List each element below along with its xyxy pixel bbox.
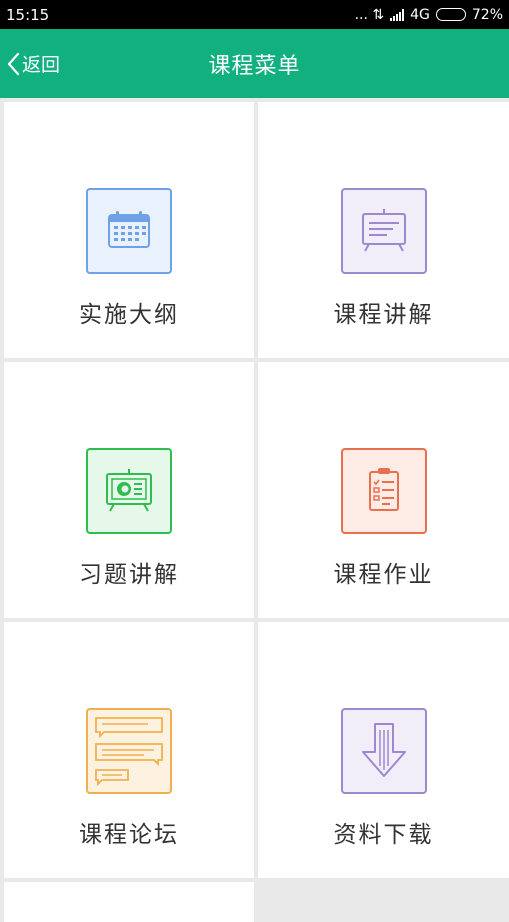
menu-item-homework[interactable]: 课程作业 <box>258 362 509 618</box>
chat-bubbles-icon <box>86 708 172 794</box>
menu-item-label: 课程讲解 <box>333 302 434 328</box>
menu-item-label: 实施大纲 <box>79 302 179 328</box>
presentation-board-icon <box>340 188 427 274</box>
course-menu-grid: 实施大纲 课程讲解 习题讲解 课程作业 课程论坛 资料下载 <box>0 98 509 922</box>
clipboard-icon <box>340 448 427 534</box>
page-title: 课程菜单 <box>208 53 301 79</box>
status-time: 15:15 <box>6 5 50 24</box>
battery-icon <box>435 8 466 21</box>
download-arrow-icon <box>340 708 427 794</box>
status-bar: 15:15 ... ⇅ 4G 72% <box>0 0 509 29</box>
status-indicators: ... ⇅ 4G 72% <box>355 7 503 23</box>
menu-item-course-lecture[interactable]: 课程讲解 <box>258 102 509 358</box>
tv-screen-icon <box>86 448 172 534</box>
menu-item-label: 课程论坛 <box>79 822 179 848</box>
menu-item-exercise-lecture[interactable]: 习题讲解 <box>4 362 254 618</box>
menu-item-downloads[interactable]: 资料下载 <box>258 622 509 878</box>
signal-icon <box>390 8 405 21</box>
menu-item-forum[interactable]: 课程论坛 <box>4 622 254 878</box>
network-type: 4G <box>410 6 430 23</box>
battery-percent: 72% <box>471 6 503 23</box>
menu-item-partial[interactable] <box>4 882 254 922</box>
menu-item-syllabus[interactable]: 实施大纲 <box>4 102 254 358</box>
menu-item-label: 习题讲解 <box>79 562 179 588</box>
calendar-icon <box>86 188 172 274</box>
menu-item-label: 课程作业 <box>333 562 434 588</box>
menu-item-label: 资料下载 <box>333 822 434 848</box>
nav-bar: 返回 课程菜单 <box>0 29 509 98</box>
activity-indicator: ... ⇅ <box>354 6 385 23</box>
